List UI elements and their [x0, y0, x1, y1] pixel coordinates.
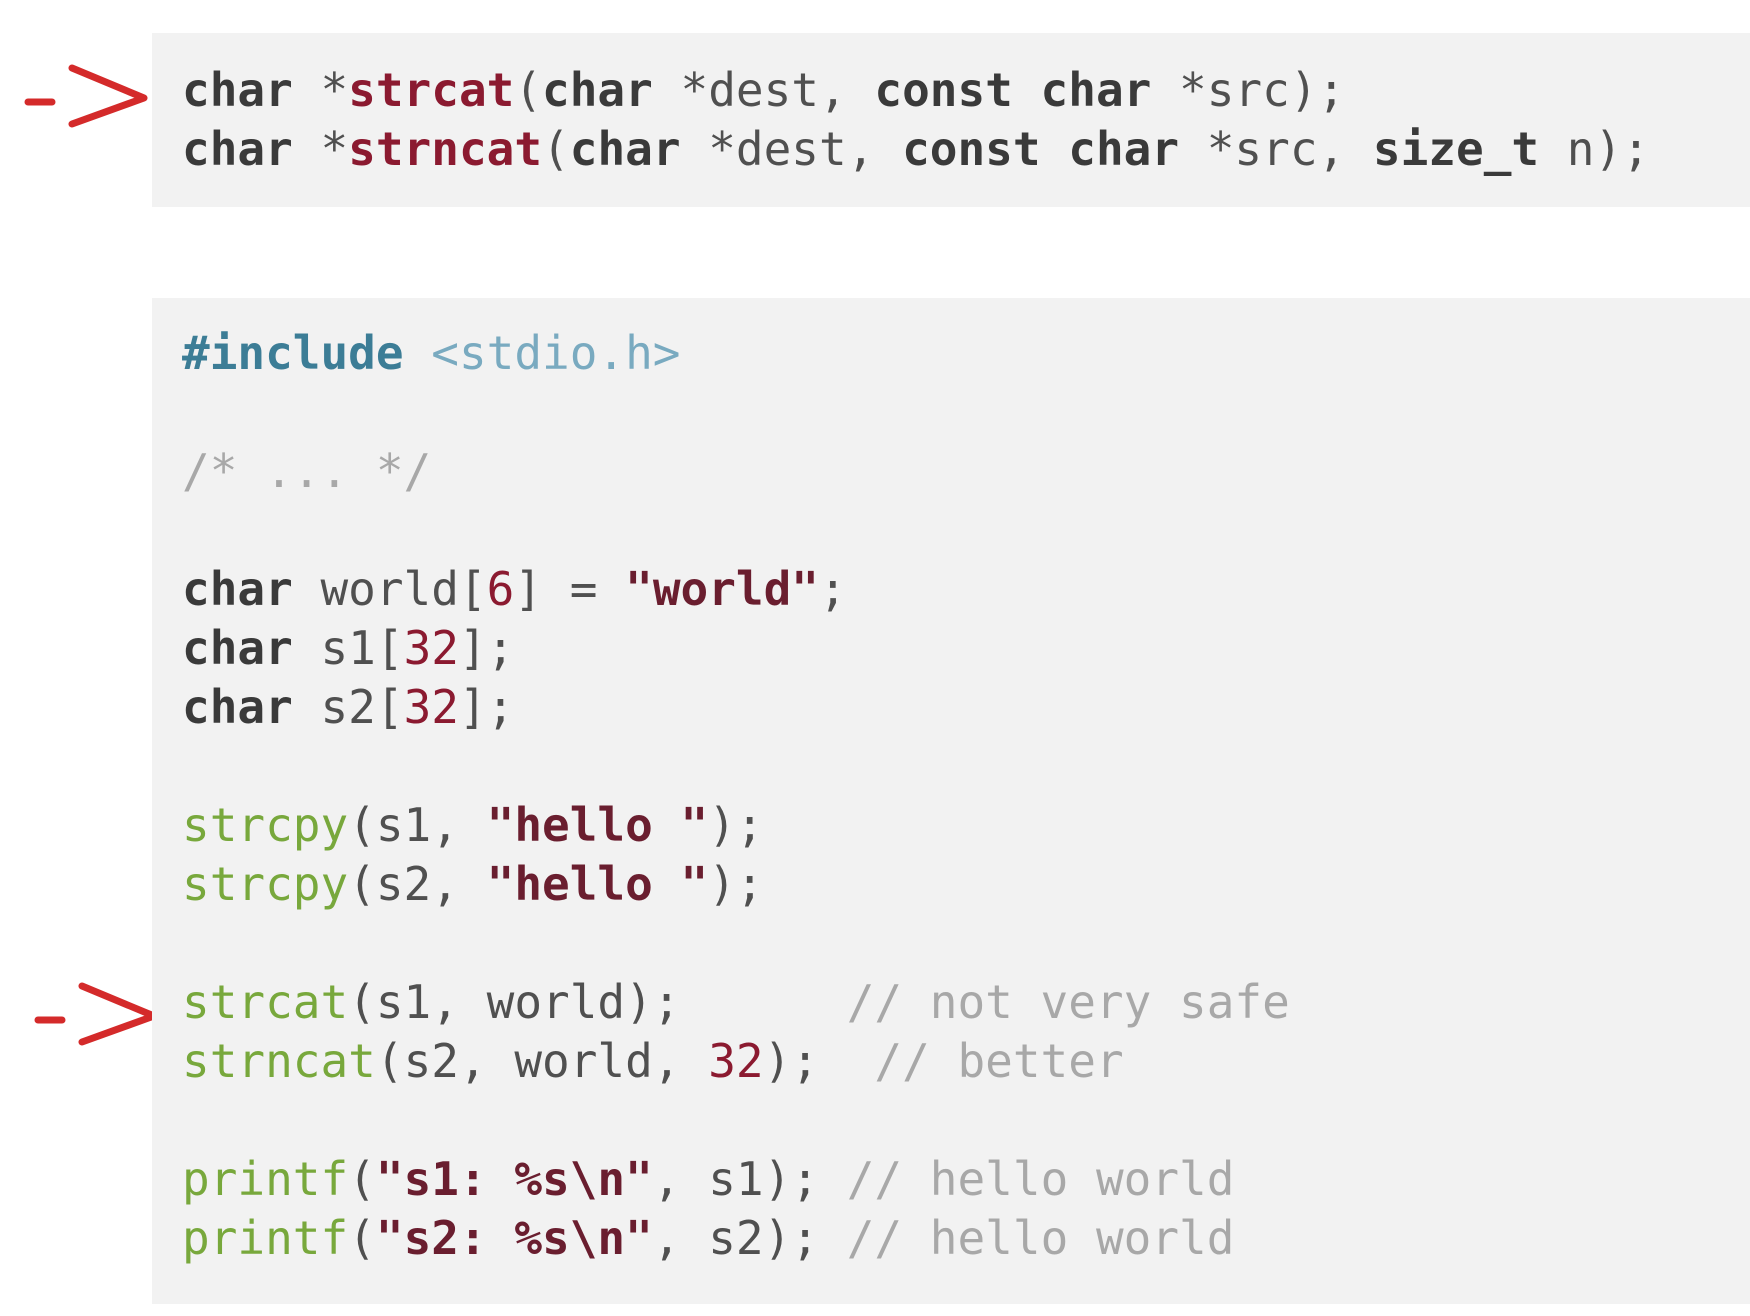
signature-strcat: char *strcat(char *dest, const char *src… [182, 63, 1346, 117]
code-line-include: #include <stdio.h> [182, 326, 681, 380]
code-line-decl-s1: char s1[32]; [182, 621, 515, 675]
code-line-comment: /* ... */ [182, 444, 432, 498]
code-line-strncat: strncat(s2, world, 32); // better [182, 1034, 1124, 1088]
code-example-block: #include <stdio.h> /* ... */ char world[… [152, 298, 1750, 1304]
red-arrow-icon [34, 982, 158, 1046]
code-line-decl-s2: char s2[32]; [182, 680, 515, 734]
code-line-strcpy-s2: strcpy(s2, "hello "); [182, 857, 764, 911]
code-line-decl-world: char world[6] = "world"; [182, 562, 847, 616]
red-arrow-icon [24, 64, 148, 128]
code-line-strcat: strcat(s1, world); // not very safe [182, 975, 1290, 1029]
code-line-printf-s2: printf("s2: %s\n", s2); // hello world [182, 1211, 1235, 1265]
signature-block: char *strcat(char *dest, const char *src… [152, 33, 1750, 207]
code-line-strcpy-s1: strcpy(s1, "hello "); [182, 798, 764, 852]
signature-strncat: char *strncat(char *dest, const char *sr… [182, 122, 1650, 176]
code-line-printf-s1: printf("s1: %s\n", s1); // hello world [182, 1152, 1235, 1206]
